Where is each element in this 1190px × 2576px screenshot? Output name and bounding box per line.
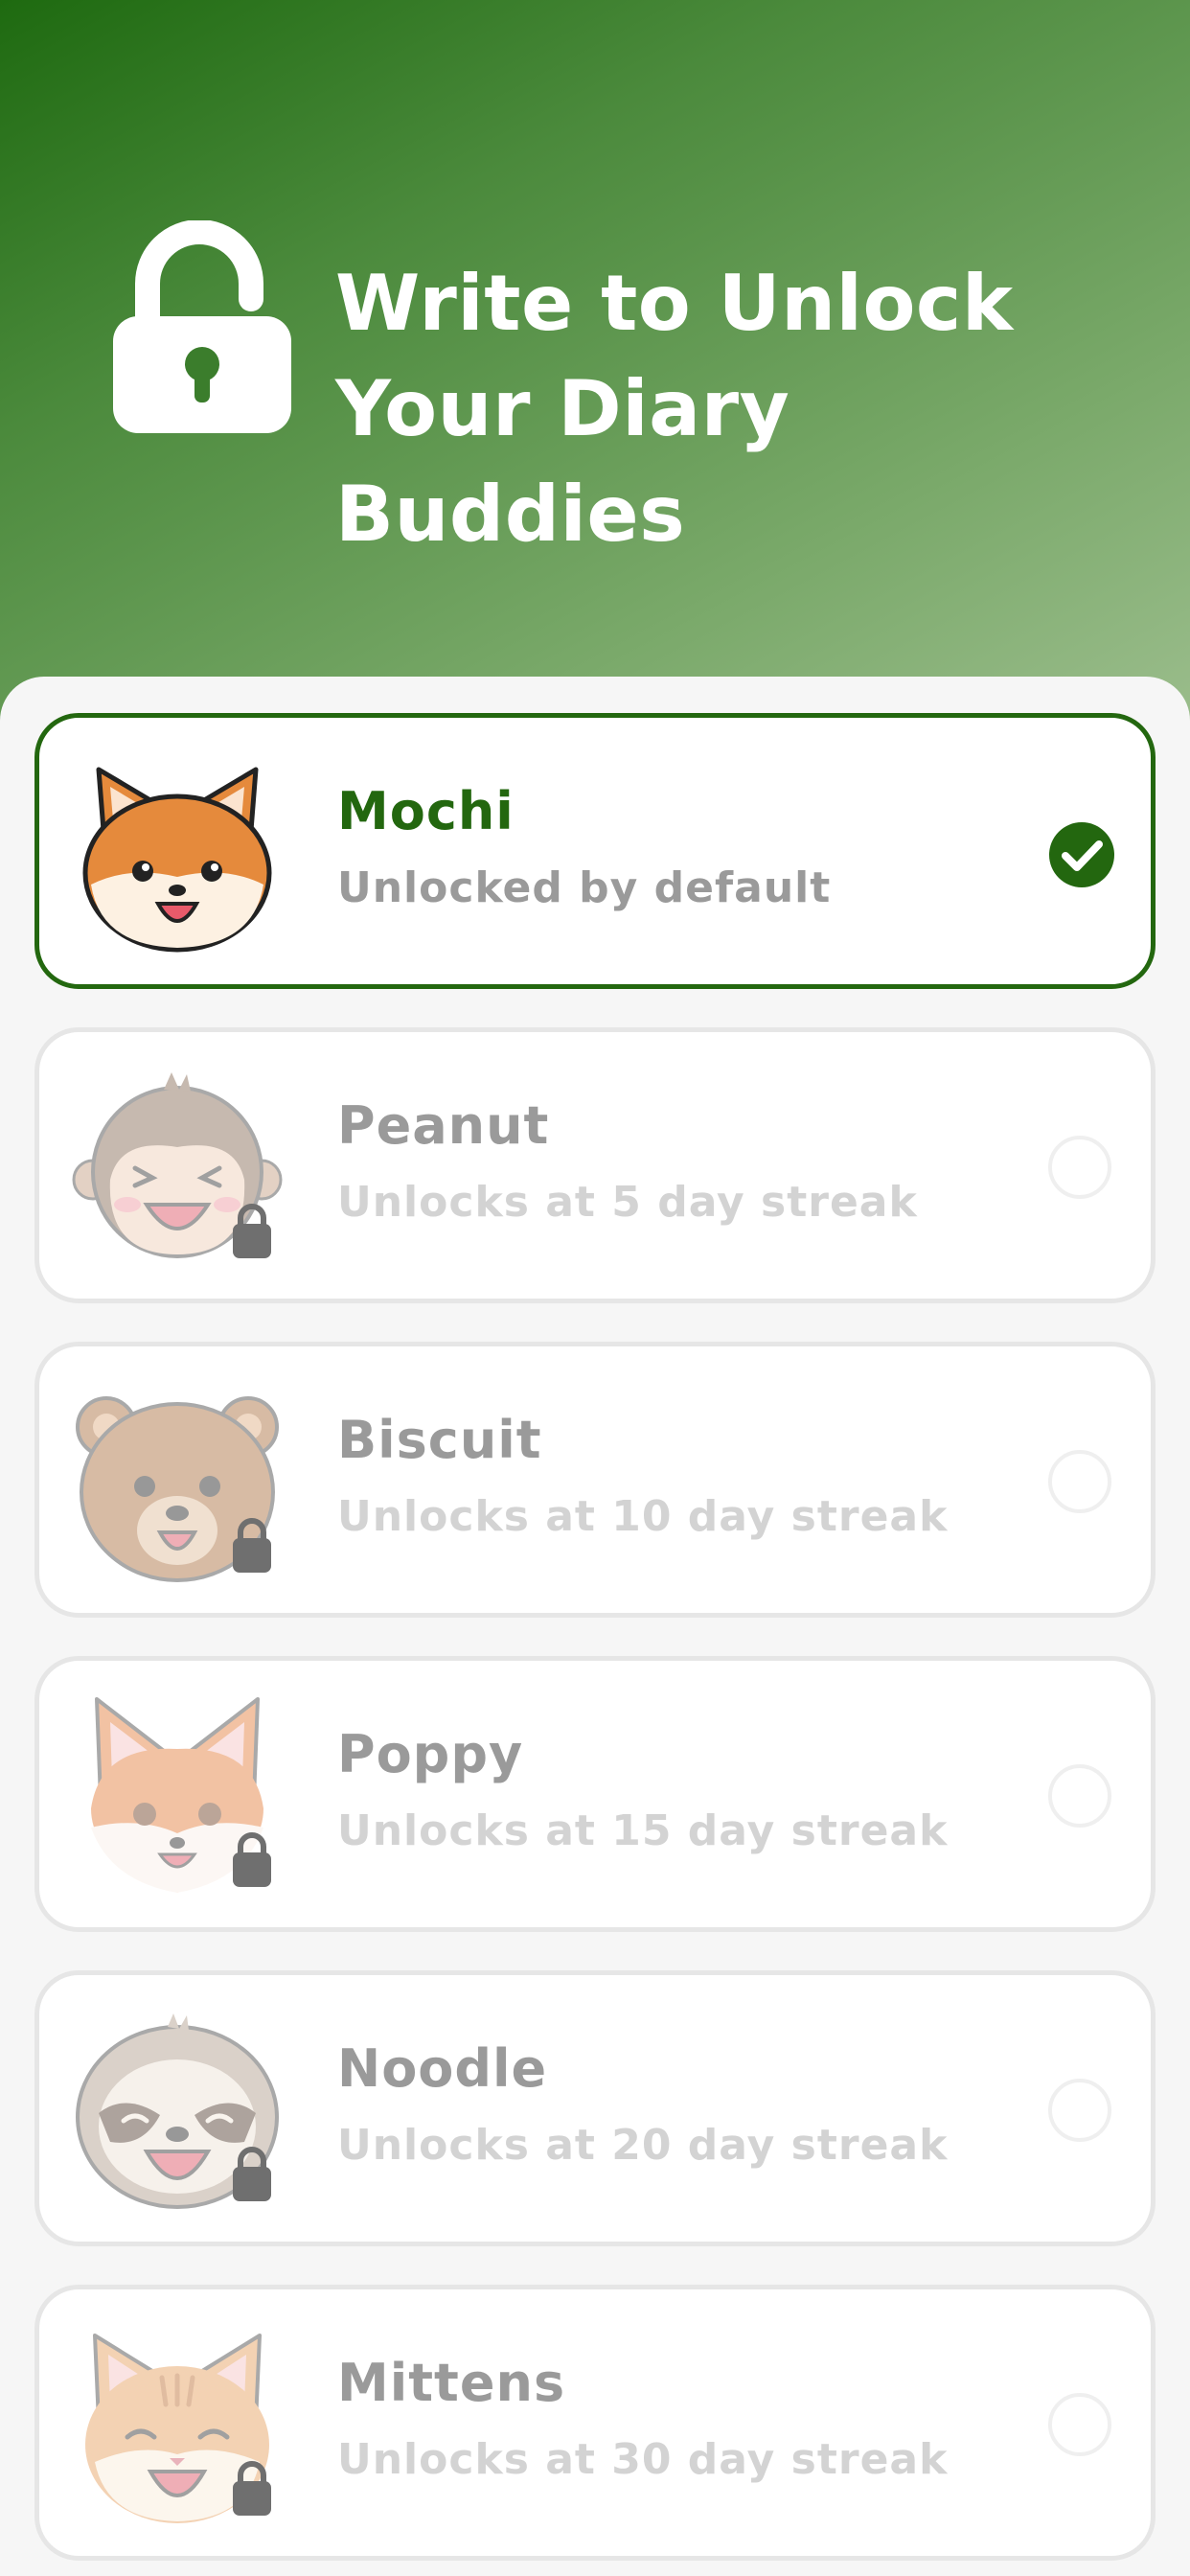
buddy-card-peanut[interactable]: Peanut Unlocks at 5 day streak (34, 1027, 1156, 1303)
fox-avatar (91, 1697, 271, 1893)
shiba-avatar (82, 767, 272, 953)
buddy-name: Biscuit (337, 1410, 542, 1470)
buddy-unlock-status: Unlocks at 20 day streak (337, 2121, 949, 2170)
buddy-name: Mittens (337, 2353, 566, 2413)
buddy-radio-button[interactable] (1048, 2393, 1111, 2456)
cat-avatar (85, 2334, 271, 2523)
selected-check-icon[interactable] (1048, 821, 1115, 888)
buddy-radio-button[interactable] (1048, 1450, 1111, 1513)
buddy-name: Poppy (337, 1724, 524, 1784)
buddy-unlock-status: Unlocks at 10 day streak (337, 1492, 949, 1541)
buddy-card-biscuit[interactable]: Biscuit Unlocks at 10 day streak (34, 1342, 1156, 1618)
buddy-unlock-status: Unlocks at 15 day streak (337, 1806, 949, 1855)
page-title-line-1: Write to Unlock (335, 259, 1014, 348)
page-title-line-2: Your Diary Buddies (335, 364, 790, 559)
page-title: Write to Unlock Your Diary Buddies (335, 251, 1159, 567)
buddy-card-poppy[interactable]: Poppy Unlocks at 15 day streak (34, 1656, 1156, 1932)
buddy-list-sheet: Mochi Unlocked by default Peanut Unlocks… (0, 677, 1190, 2576)
buddy-radio-button[interactable] (1048, 1764, 1111, 1828)
bear-avatar (76, 1396, 279, 1582)
buddy-unlock-status: Unlocks at 5 day streak (337, 1178, 918, 1227)
buddy-card-mittens[interactable]: Mittens Unlocks at 30 day streak (34, 2285, 1156, 2561)
buddy-unlock-status: Unlocked by default (337, 863, 832, 912)
buddy-name: Noodle (337, 2038, 548, 2099)
buddy-radio-button[interactable] (1048, 2079, 1111, 2142)
buddy-name: Peanut (337, 1095, 550, 1156)
monkey-avatar (72, 1072, 283, 1258)
unlocked-padlock-icon (113, 220, 291, 433)
header-banner: Write to Unlock Your Diary Buddies (0, 0, 1190, 728)
sloth-avatar (76, 2013, 279, 2209)
buddy-card-mochi[interactable]: Mochi Unlocked by default (34, 713, 1156, 989)
buddy-unlock-status: Unlocks at 30 day streak (337, 2435, 949, 2484)
buddy-name: Mochi (337, 781, 515, 841)
buddy-radio-button[interactable] (1048, 1136, 1111, 1199)
buddy-card-noodle[interactable]: Noodle Unlocks at 20 day streak (34, 1970, 1156, 2246)
